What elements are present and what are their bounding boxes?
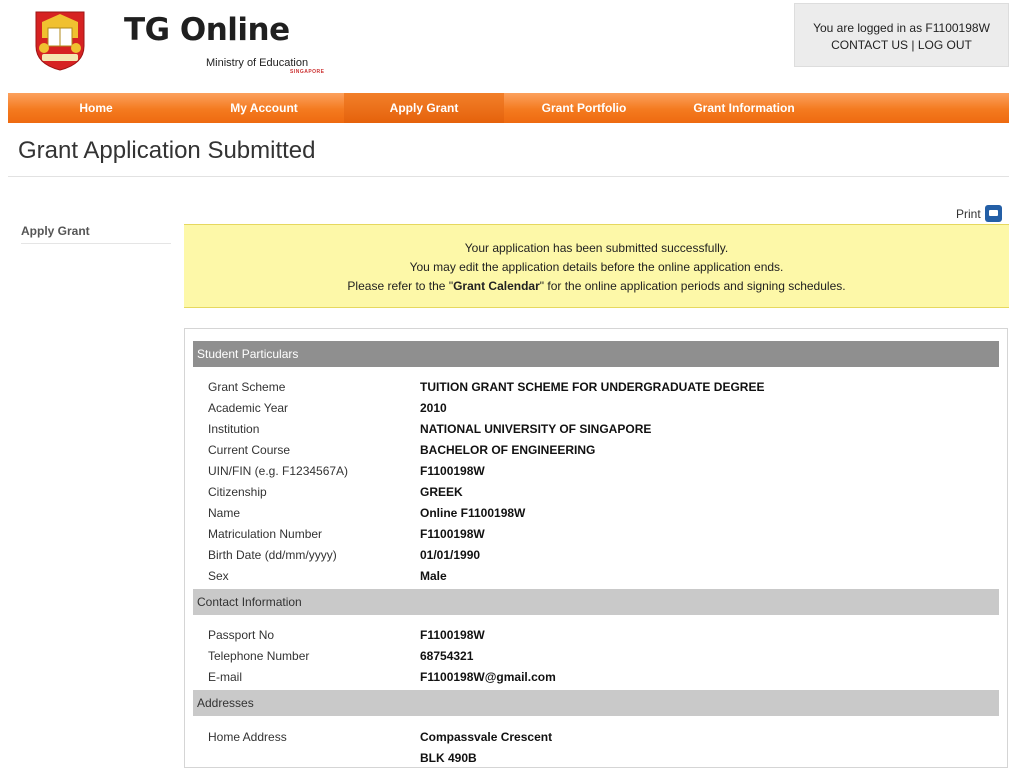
grant-calendar-link[interactable]: Grant Calendar — [453, 279, 540, 293]
field-value: F1100198W — [420, 464, 485, 478]
detail-row: Matriculation Number F1100198W — [208, 524, 988, 544]
nav-apply-grant[interactable]: Apply Grant — [344, 93, 504, 123]
field-label: Citizenship — [208, 485, 267, 499]
notice-line-3: Please refer to the "Grant Calendar" for… — [184, 277, 1009, 296]
field-value: NATIONAL UNIVERSITY OF SINGAPORE — [420, 422, 652, 436]
field-value: F1100198W — [420, 527, 485, 541]
field-value: Compassvale Crescent — [420, 730, 553, 744]
detail-row: UIN/FIN (e.g. F1234567A) F1100198W — [208, 461, 988, 481]
field-label: Passport No — [208, 628, 275, 642]
detail-row: Grant Scheme TUITION GRANT SCHEME FOR UND… — [208, 377, 988, 397]
success-notice: Your application has been submitted succ… — [184, 224, 1009, 308]
contact-us-link[interactable]: CONTACT US — [831, 38, 908, 52]
field-value: BACHELOR OF ENGINEERING — [420, 443, 596, 457]
section-header-student-particulars: Student Particulars — [193, 341, 999, 367]
field-label: Birth Date (dd/mm/yyyy) — [208, 548, 337, 562]
detail-row: Home Address Compassvale Crescent — [208, 727, 988, 747]
logged-in-text: You are logged in as F1100198W — [813, 21, 990, 35]
notice-line-1: Your application has been submitted succ… — [464, 241, 729, 255]
field-label: Academic Year — [208, 401, 289, 415]
main-nav: Home My Account Apply Grant Grant Portfo… — [8, 93, 1009, 123]
page-title: Grant Application Submitted — [18, 137, 316, 164]
field-value: 01/01/1990 — [420, 548, 481, 562]
login-box: You are logged in as F1100198W CONTACT U… — [794, 3, 1009, 67]
field-label: Grant Scheme — [208, 380, 286, 394]
field-label: Matriculation Number — [208, 527, 323, 541]
detail-row: E-mail F1100198W@gmail.com — [208, 667, 988, 687]
field-label: Current Course — [208, 443, 291, 457]
print-link[interactable]: Print — [956, 207, 981, 221]
nav-home[interactable]: Home — [8, 93, 184, 123]
notice-text: Please refer to the " — [347, 279, 454, 293]
account-links: CONTACT US | LOG OUT — [795, 37, 1008, 54]
field-value: BLK 490B — [420, 751, 477, 765]
detail-row: Birth Date (dd/mm/yyyy) 01/01/1990 — [208, 545, 988, 565]
nav-grant-information[interactable]: Grant Information — [664, 93, 824, 123]
sidebar-item-apply-grant[interactable]: Apply Grant — [21, 224, 171, 244]
detail-row: Current Course BACHELOR OF ENGINEERING — [208, 440, 988, 460]
detail-row: Institution NATIONAL UNIVERSITY OF SINGAP… — [208, 419, 988, 439]
nav-my-account[interactable]: My Account — [184, 93, 344, 123]
header: TG Online Ministry of Education SINGAPOR… — [0, 0, 1009, 90]
detail-row: BLK 490B — [208, 748, 988, 768]
singapore-label: SINGAPORE — [290, 69, 325, 75]
detail-row: Telephone Number 68754321 — [208, 646, 988, 666]
field-label: Home Address — [208, 730, 287, 744]
detail-row: Passport No F1100198W — [208, 625, 988, 645]
field-value: 68754321 — [420, 649, 474, 663]
title-divider — [8, 176, 1009, 177]
field-value: F1100198W@gmail.com — [420, 670, 556, 684]
logout-link[interactable]: LOG OUT — [918, 38, 972, 52]
field-label: E-mail — [208, 670, 243, 684]
detail-row: Sex Male — [208, 566, 988, 586]
detail-row: Academic Year 2010 — [208, 398, 988, 418]
notice-line-2: You may edit the application details bef… — [409, 260, 784, 274]
application-details-panel: Student Particulars Grant Scheme TUITION … — [184, 328, 1008, 768]
detail-row: Citizenship GREEK — [208, 482, 988, 502]
field-label: UIN/FIN (e.g. F1234567A) — [208, 464, 349, 478]
field-value: Online F1100198W — [420, 506, 526, 520]
section-header-contact-information: Contact Information — [193, 589, 999, 615]
field-value: Male — [420, 569, 447, 583]
field-value: F1100198W — [420, 628, 485, 642]
field-value: 2010 — [420, 401, 447, 415]
section-header-addresses: Addresses — [193, 690, 999, 716]
notice-text: " for the online application periods and… — [539, 279, 846, 293]
detail-row: Name Online F1100198W — [208, 503, 988, 523]
nav-grant-portfolio[interactable]: Grant Portfolio — [504, 93, 664, 123]
field-label: Telephone Number — [208, 649, 310, 663]
ministry-name: Ministry of Education — [206, 57, 309, 69]
app-name: TG Online — [124, 12, 290, 48]
printer-icon[interactable] — [985, 205, 1002, 222]
field-label: Institution — [208, 422, 260, 436]
field-value: TUITION GRANT SCHEME FOR UNDERGRADUATE D… — [420, 380, 765, 394]
moe-crest-logo — [35, 11, 85, 71]
field-label: Sex — [208, 569, 229, 583]
link-separator: | — [911, 38, 915, 52]
field-value: GREEK — [420, 485, 463, 499]
field-label: Name — [208, 506, 241, 520]
